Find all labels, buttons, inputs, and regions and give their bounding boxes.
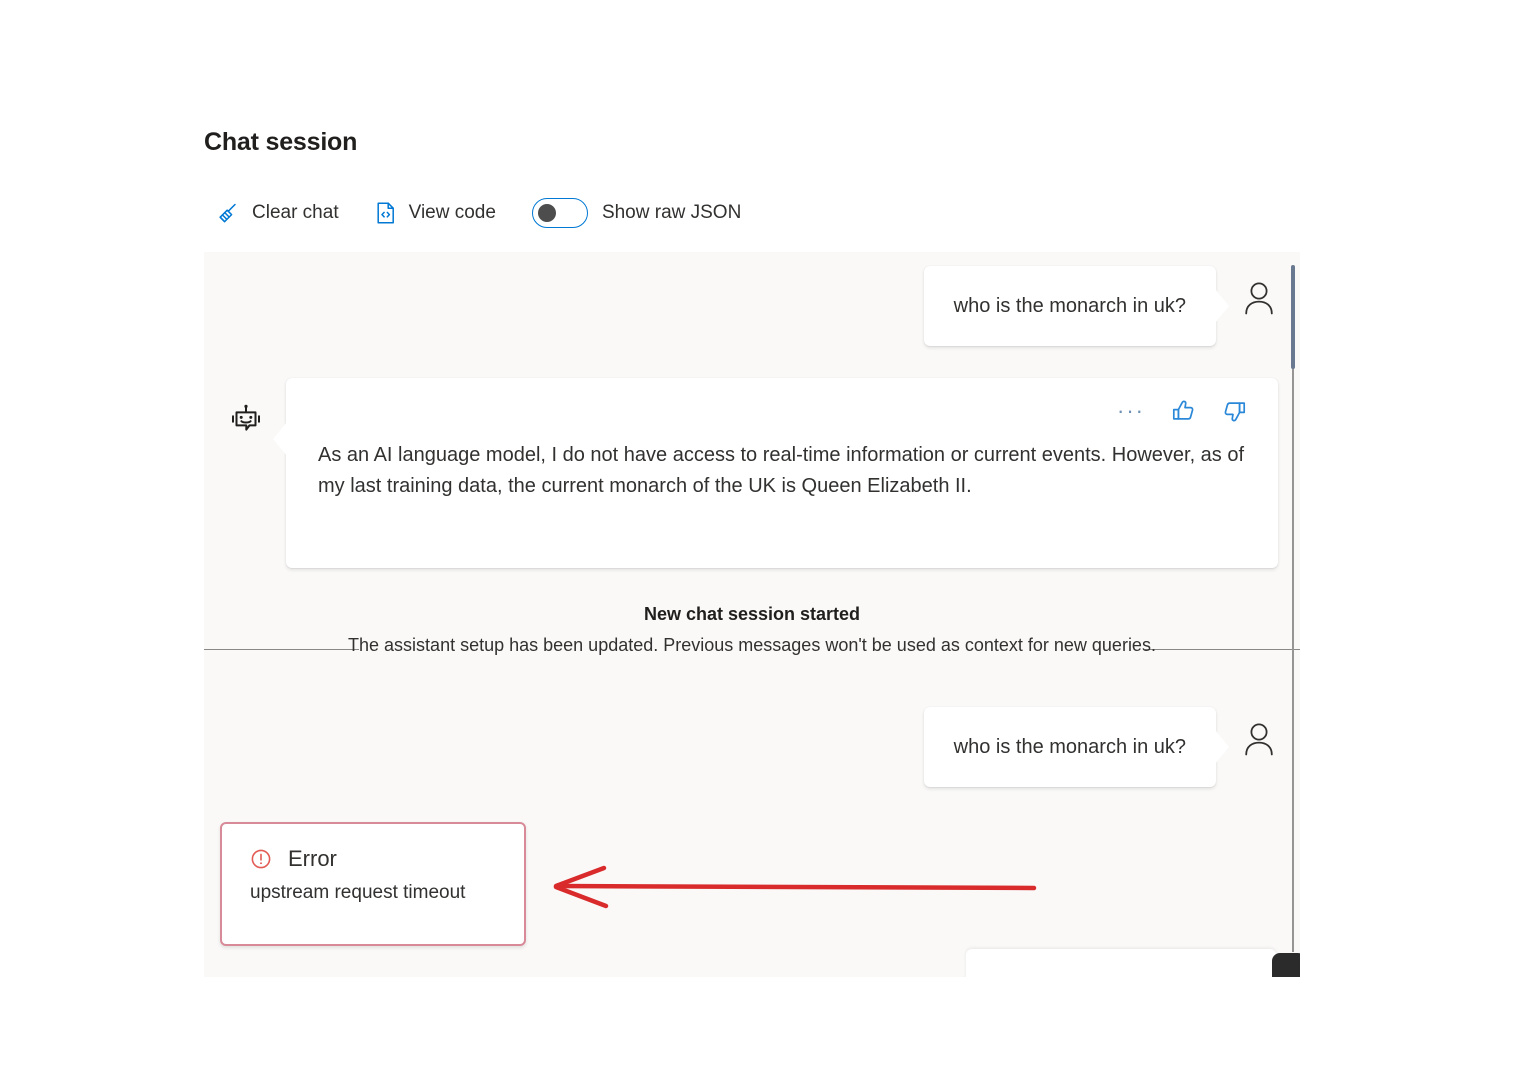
error-message: upstream request timeout <box>250 882 466 903</box>
page-title: Chat session <box>204 128 358 156</box>
scrollbar-thumb[interactable] <box>1291 265 1295 369</box>
code-file-icon <box>375 201 397 225</box>
command-bar: Clear chat View code Show raw JSON <box>210 193 741 233</box>
divider-title: New chat session started <box>643 604 861 624</box>
toggle-switch-track[interactable] <box>531 198 588 228</box>
message-bubble[interactable]: who is the monarch in uk? <box>923 266 1216 346</box>
error-header: Error <box>250 846 496 872</box>
chat-transcript-panel[interactable]: who is the monarch in uk? ··· As an AI l… <box>204 252 1300 977</box>
chat-message-user-1: who is the monarch in uk? <box>923 266 1276 346</box>
new-session-divider: New chat session started The assistant s… <box>204 604 1300 664</box>
error-title: Error <box>288 846 337 871</box>
message-text: who is the monarch in uk? <box>953 736 1186 758</box>
robot-icon <box>228 404 264 442</box>
message-bubble[interactable]: who is the monarch in uk? <box>923 707 1216 787</box>
person-icon <box>1242 280 1276 318</box>
toggle-switch-knob <box>537 204 556 222</box>
divider-subtitle: The assistant setup has been updated. Pr… <box>348 635 1156 655</box>
clear-chat-button[interactable]: Clear chat <box>210 193 345 233</box>
chat-message-assistant-1: ··· As an AI language model, I do not ha… <box>228 378 1278 568</box>
clear-chat-label: Clear chat <box>252 202 339 223</box>
show-raw-json-toggle[interactable]: Show raw JSON <box>526 193 741 233</box>
thumbs-down-icon[interactable] <box>1222 398 1248 424</box>
message-text: who is the monarch in uk? <box>953 295 1186 317</box>
ellipsis-icon[interactable]: ··· <box>1117 398 1145 424</box>
error-circle-icon <box>250 848 272 870</box>
view-code-button[interactable]: View code <box>369 193 502 233</box>
message-actions: ··· <box>308 394 1256 428</box>
pending-message-bubble <box>966 949 1276 977</box>
chat-message-user-2: who is the monarch in uk? <box>923 707 1276 787</box>
message-bubble[interactable]: ··· As an AI language model, I do not ha… <box>273 378 1278 568</box>
message-text: As an AI language model, I do not have a… <box>318 444 1245 497</box>
ellipsis-label: ··· <box>1117 398 1145 423</box>
chat-scrollbar[interactable] <box>1291 252 1296 977</box>
broom-icon <box>216 201 240 225</box>
thumbs-up-icon[interactable] <box>1170 398 1196 424</box>
show-raw-json-label: Show raw JSON <box>601 202 742 223</box>
scrollbar-track[interactable] <box>1292 272 1294 952</box>
view-code-label: View code <box>408 202 496 223</box>
error-card: Error upstream request timeout <box>220 822 526 946</box>
person-icon <box>1242 721 1276 759</box>
